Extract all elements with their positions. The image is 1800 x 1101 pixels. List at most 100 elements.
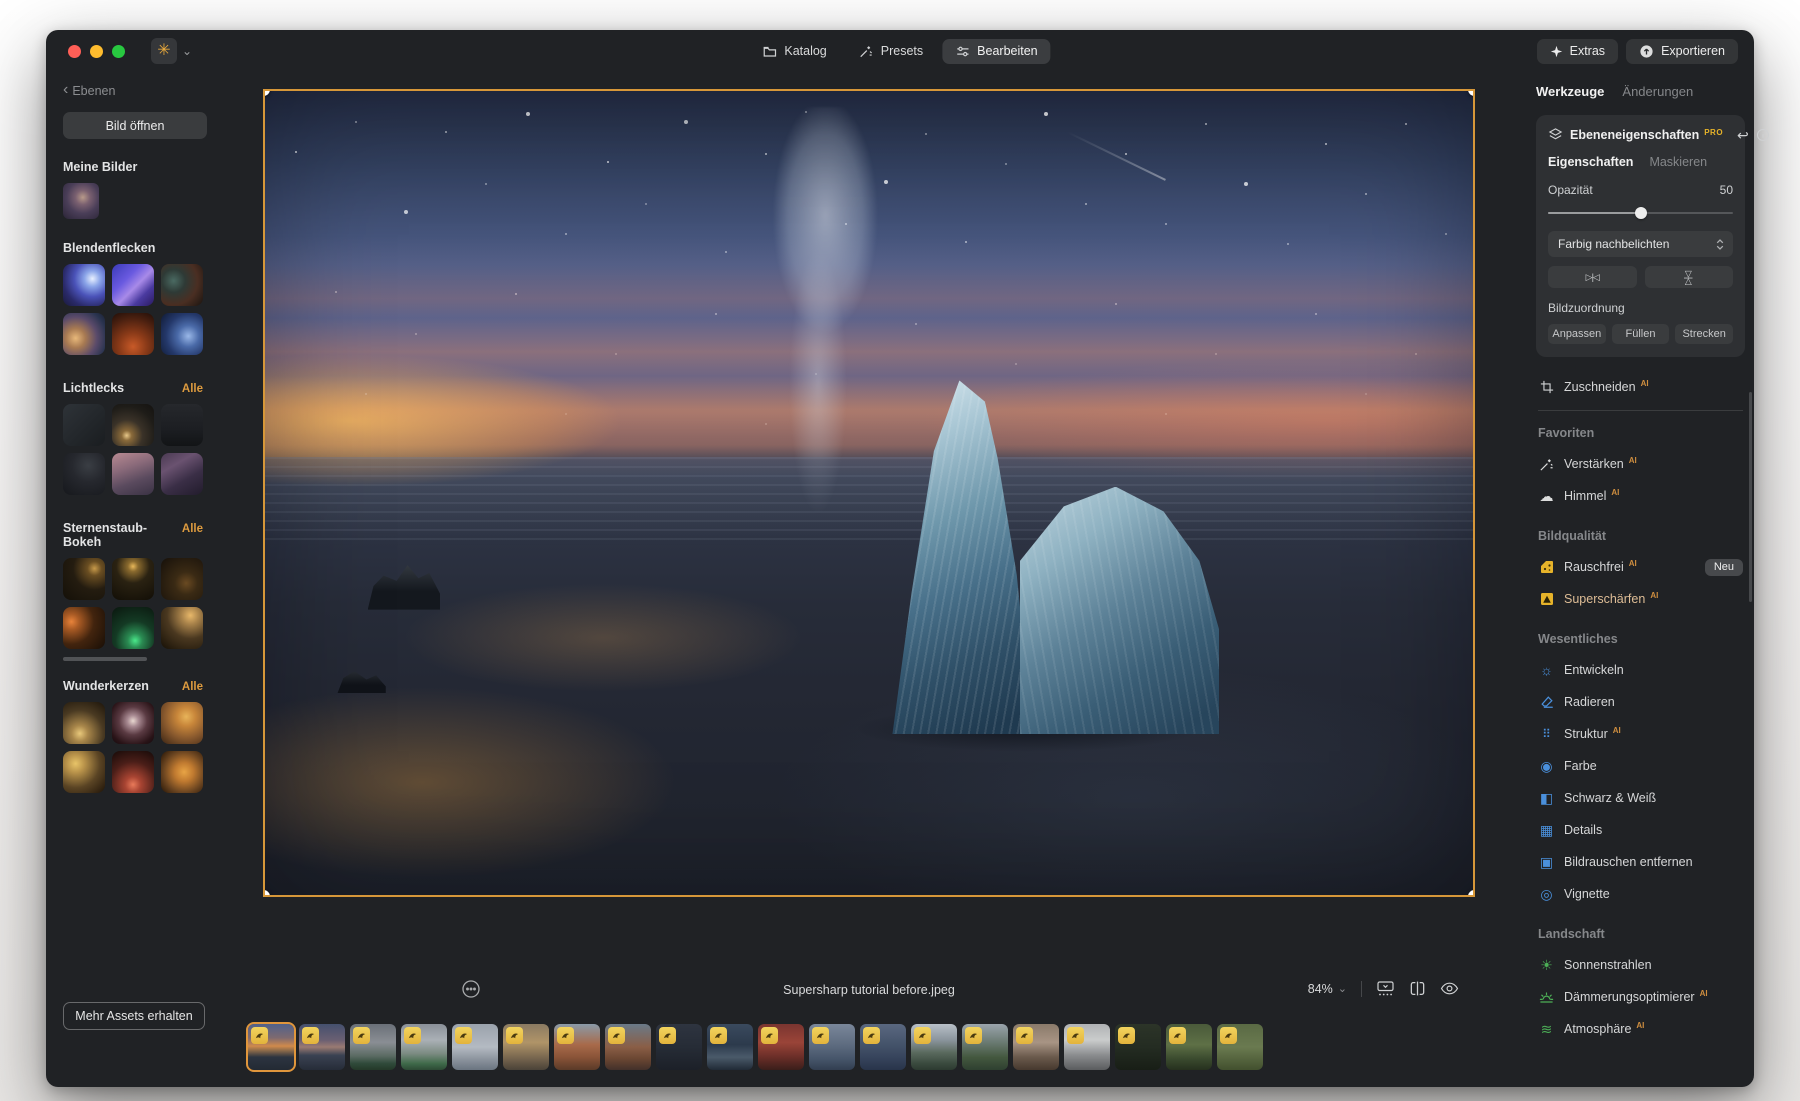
see-all-link[interactable]: Alle xyxy=(182,523,203,535)
asset-thumbnail[interactable] xyxy=(63,183,99,219)
open-image-button[interactable]: Bild öffnen xyxy=(63,112,207,139)
tool-schwarz-weiss[interactable]: ◧ Schwarz & Weiß xyxy=(1538,782,1743,814)
filmstrip-thumbnail[interactable] xyxy=(1064,1024,1110,1070)
tool-bildrauschen-entfernen[interactable]: ▣ Bildrauschen entfernen xyxy=(1538,846,1743,878)
asset-thumbnail[interactable] xyxy=(161,404,203,446)
info-icon[interactable] xyxy=(1756,128,1770,142)
close-button[interactable] xyxy=(68,45,81,58)
see-all-link[interactable]: Alle xyxy=(182,383,203,395)
tool-daemmerungsoptimierer[interactable]: DämmerungsoptimiererAI xyxy=(1538,981,1743,1013)
asset-thumbnail[interactable] xyxy=(112,751,154,793)
asset-thumbnail[interactable] xyxy=(63,702,105,744)
tool-struktur[interactable]: ⠿ StrukturAI xyxy=(1538,718,1743,750)
asset-thumbnail[interactable] xyxy=(161,751,203,793)
filmstrip-thumbnail[interactable] xyxy=(503,1024,549,1070)
extras-button[interactable]: Extras xyxy=(1537,39,1618,64)
filmstrip-thumbnail[interactable] xyxy=(605,1024,651,1070)
asset-thumbnail[interactable] xyxy=(63,607,105,649)
filmstrip-thumbnail[interactable] xyxy=(299,1024,345,1070)
asset-thumbnail[interactable] xyxy=(161,264,203,306)
undo-icon[interactable]: ↩ xyxy=(1737,128,1749,142)
asset-thumbnail[interactable] xyxy=(112,264,154,306)
back-to-layers[interactable]: ‹ Ebenen xyxy=(63,84,263,98)
filmstrip-thumbnail[interactable] xyxy=(707,1024,753,1070)
tool-label: Bildrauschen entfernen xyxy=(1564,855,1693,869)
filmstrip-thumbnail[interactable] xyxy=(962,1024,1008,1070)
filmstrip-toggle-button[interactable] xyxy=(1376,980,1395,997)
asset-thumbnail[interactable] xyxy=(63,558,105,600)
asset-thumbnail[interactable] xyxy=(112,702,154,744)
filmstrip-thumbnail[interactable] xyxy=(350,1024,396,1070)
tool-rauschfrei[interactable]: RauschfreiAI Neu xyxy=(1538,551,1743,583)
tool-atmosphaere[interactable]: ≋ AtmosphäreAI xyxy=(1538,1013,1743,1045)
eye-preview-button[interactable] xyxy=(1440,981,1459,996)
get-more-assets-button[interactable]: Mehr Assets erhalten xyxy=(63,1002,205,1030)
vertical-scrollbar[interactable] xyxy=(1749,392,1752,602)
tool-zuschneiden[interactable]: ZuschneidenAI xyxy=(1538,371,1743,403)
tool-verstaerken[interactable]: VerstärkenAI xyxy=(1538,448,1743,480)
ai-tag: AI xyxy=(1613,726,1621,735)
filmstrip-thumbnail[interactable] xyxy=(656,1024,702,1070)
flip-vertical-button[interactable]: ▷|◁ xyxy=(1645,266,1734,288)
asset-thumbnail[interactable] xyxy=(63,404,105,446)
mapping-anpassen-button[interactable]: Anpassen xyxy=(1548,324,1606,344)
mapping-strecken-button[interactable]: Strecken xyxy=(1675,324,1733,344)
asset-thumbnail[interactable] xyxy=(112,558,154,600)
tool-details[interactable]: ▦ Details xyxy=(1538,814,1743,846)
asset-thumbnail[interactable] xyxy=(161,558,203,600)
filmstrip-thumbnail[interactable] xyxy=(1217,1024,1263,1070)
edited-photo[interactable] xyxy=(263,89,1475,897)
compare-before-after-button[interactable] xyxy=(1409,980,1426,997)
filmstrip-thumbnail[interactable] xyxy=(554,1024,600,1070)
transform-handle-bottom-right[interactable] xyxy=(1468,890,1475,897)
minimize-button[interactable] xyxy=(90,45,103,58)
export-button[interactable]: Exportieren xyxy=(1626,39,1738,64)
filmstrip-thumbnail[interactable] xyxy=(911,1024,957,1070)
tab-eigenschaften[interactable]: Eigenschaften xyxy=(1548,155,1633,169)
mapping-fuellen-button[interactable]: Füllen xyxy=(1612,324,1670,344)
asset-thumbnail[interactable] xyxy=(112,404,154,446)
filmstrip-thumbnail-selected[interactable] xyxy=(248,1024,294,1070)
asset-thumbnail[interactable] xyxy=(112,313,154,355)
tab-presets[interactable]: Presets xyxy=(846,39,936,64)
tool-vignette[interactable]: ◎ Vignette xyxy=(1538,878,1743,910)
filmstrip-thumbnail[interactable] xyxy=(401,1024,447,1070)
asset-thumbnail[interactable] xyxy=(112,453,154,495)
opacity-slider[interactable] xyxy=(1548,207,1733,219)
asset-thumbnail[interactable] xyxy=(63,264,105,306)
filmstrip-thumbnail[interactable] xyxy=(1013,1024,1059,1070)
zoom-level-dropdown[interactable]: 84% ⌄ xyxy=(1308,982,1347,996)
filmstrip-thumbnail[interactable] xyxy=(860,1024,906,1070)
asset-thumbnail[interactable] xyxy=(63,751,105,793)
filmstrip-thumbnail[interactable] xyxy=(1115,1024,1161,1070)
tab-bearbeiten[interactable]: Bearbeiten xyxy=(942,39,1050,64)
tool-farbe[interactable]: ◉ Farbe xyxy=(1538,750,1743,782)
tool-sonnenstrahlen[interactable]: ☀ Sonnenstrahlen xyxy=(1538,949,1743,981)
filmstrip-thumbnail[interactable] xyxy=(809,1024,855,1070)
filmstrip-thumbnail[interactable] xyxy=(452,1024,498,1070)
filmstrip-thumbnail[interactable] xyxy=(1166,1024,1212,1070)
filmstrip-thumbnail[interactable] xyxy=(758,1024,804,1070)
blend-mode-dropdown[interactable]: Farbig nachbelichten xyxy=(1548,231,1733,257)
asset-thumbnail[interactable] xyxy=(112,607,154,649)
asset-thumbnail[interactable] xyxy=(63,313,105,355)
horizontal-scrollbar[interactable] xyxy=(63,657,147,661)
asset-thumbnail[interactable] xyxy=(161,702,203,744)
asset-thumbnail[interactable] xyxy=(63,453,105,495)
tab-aenderungen[interactable]: Änderungen xyxy=(1622,84,1693,99)
tool-radieren[interactable]: Radieren xyxy=(1538,686,1743,718)
tab-werkzeuge[interactable]: Werkzeuge xyxy=(1536,84,1604,99)
slider-knob[interactable] xyxy=(1635,207,1647,219)
app-menu-button[interactable]: ✳ ⌄ xyxy=(151,38,192,64)
asset-thumbnail[interactable] xyxy=(161,313,203,355)
tab-katalog[interactable]: Katalog xyxy=(749,39,839,64)
asset-thumbnail[interactable] xyxy=(161,453,203,495)
fullscreen-button[interactable] xyxy=(112,45,125,58)
tool-himmel[interactable]: ☁ HimmelAI xyxy=(1538,480,1743,512)
flip-horizontal-button[interactable]: ▷|◁ xyxy=(1548,266,1637,288)
see-all-link[interactable]: Alle xyxy=(182,681,203,693)
tool-entwickeln[interactable]: ☼ Entwickeln xyxy=(1538,654,1743,686)
tool-superschaerfen[interactable]: SuperschärfenAI xyxy=(1538,583,1743,615)
asset-thumbnail[interactable] xyxy=(161,607,203,649)
tab-maskieren[interactable]: Maskieren xyxy=(1649,155,1707,169)
